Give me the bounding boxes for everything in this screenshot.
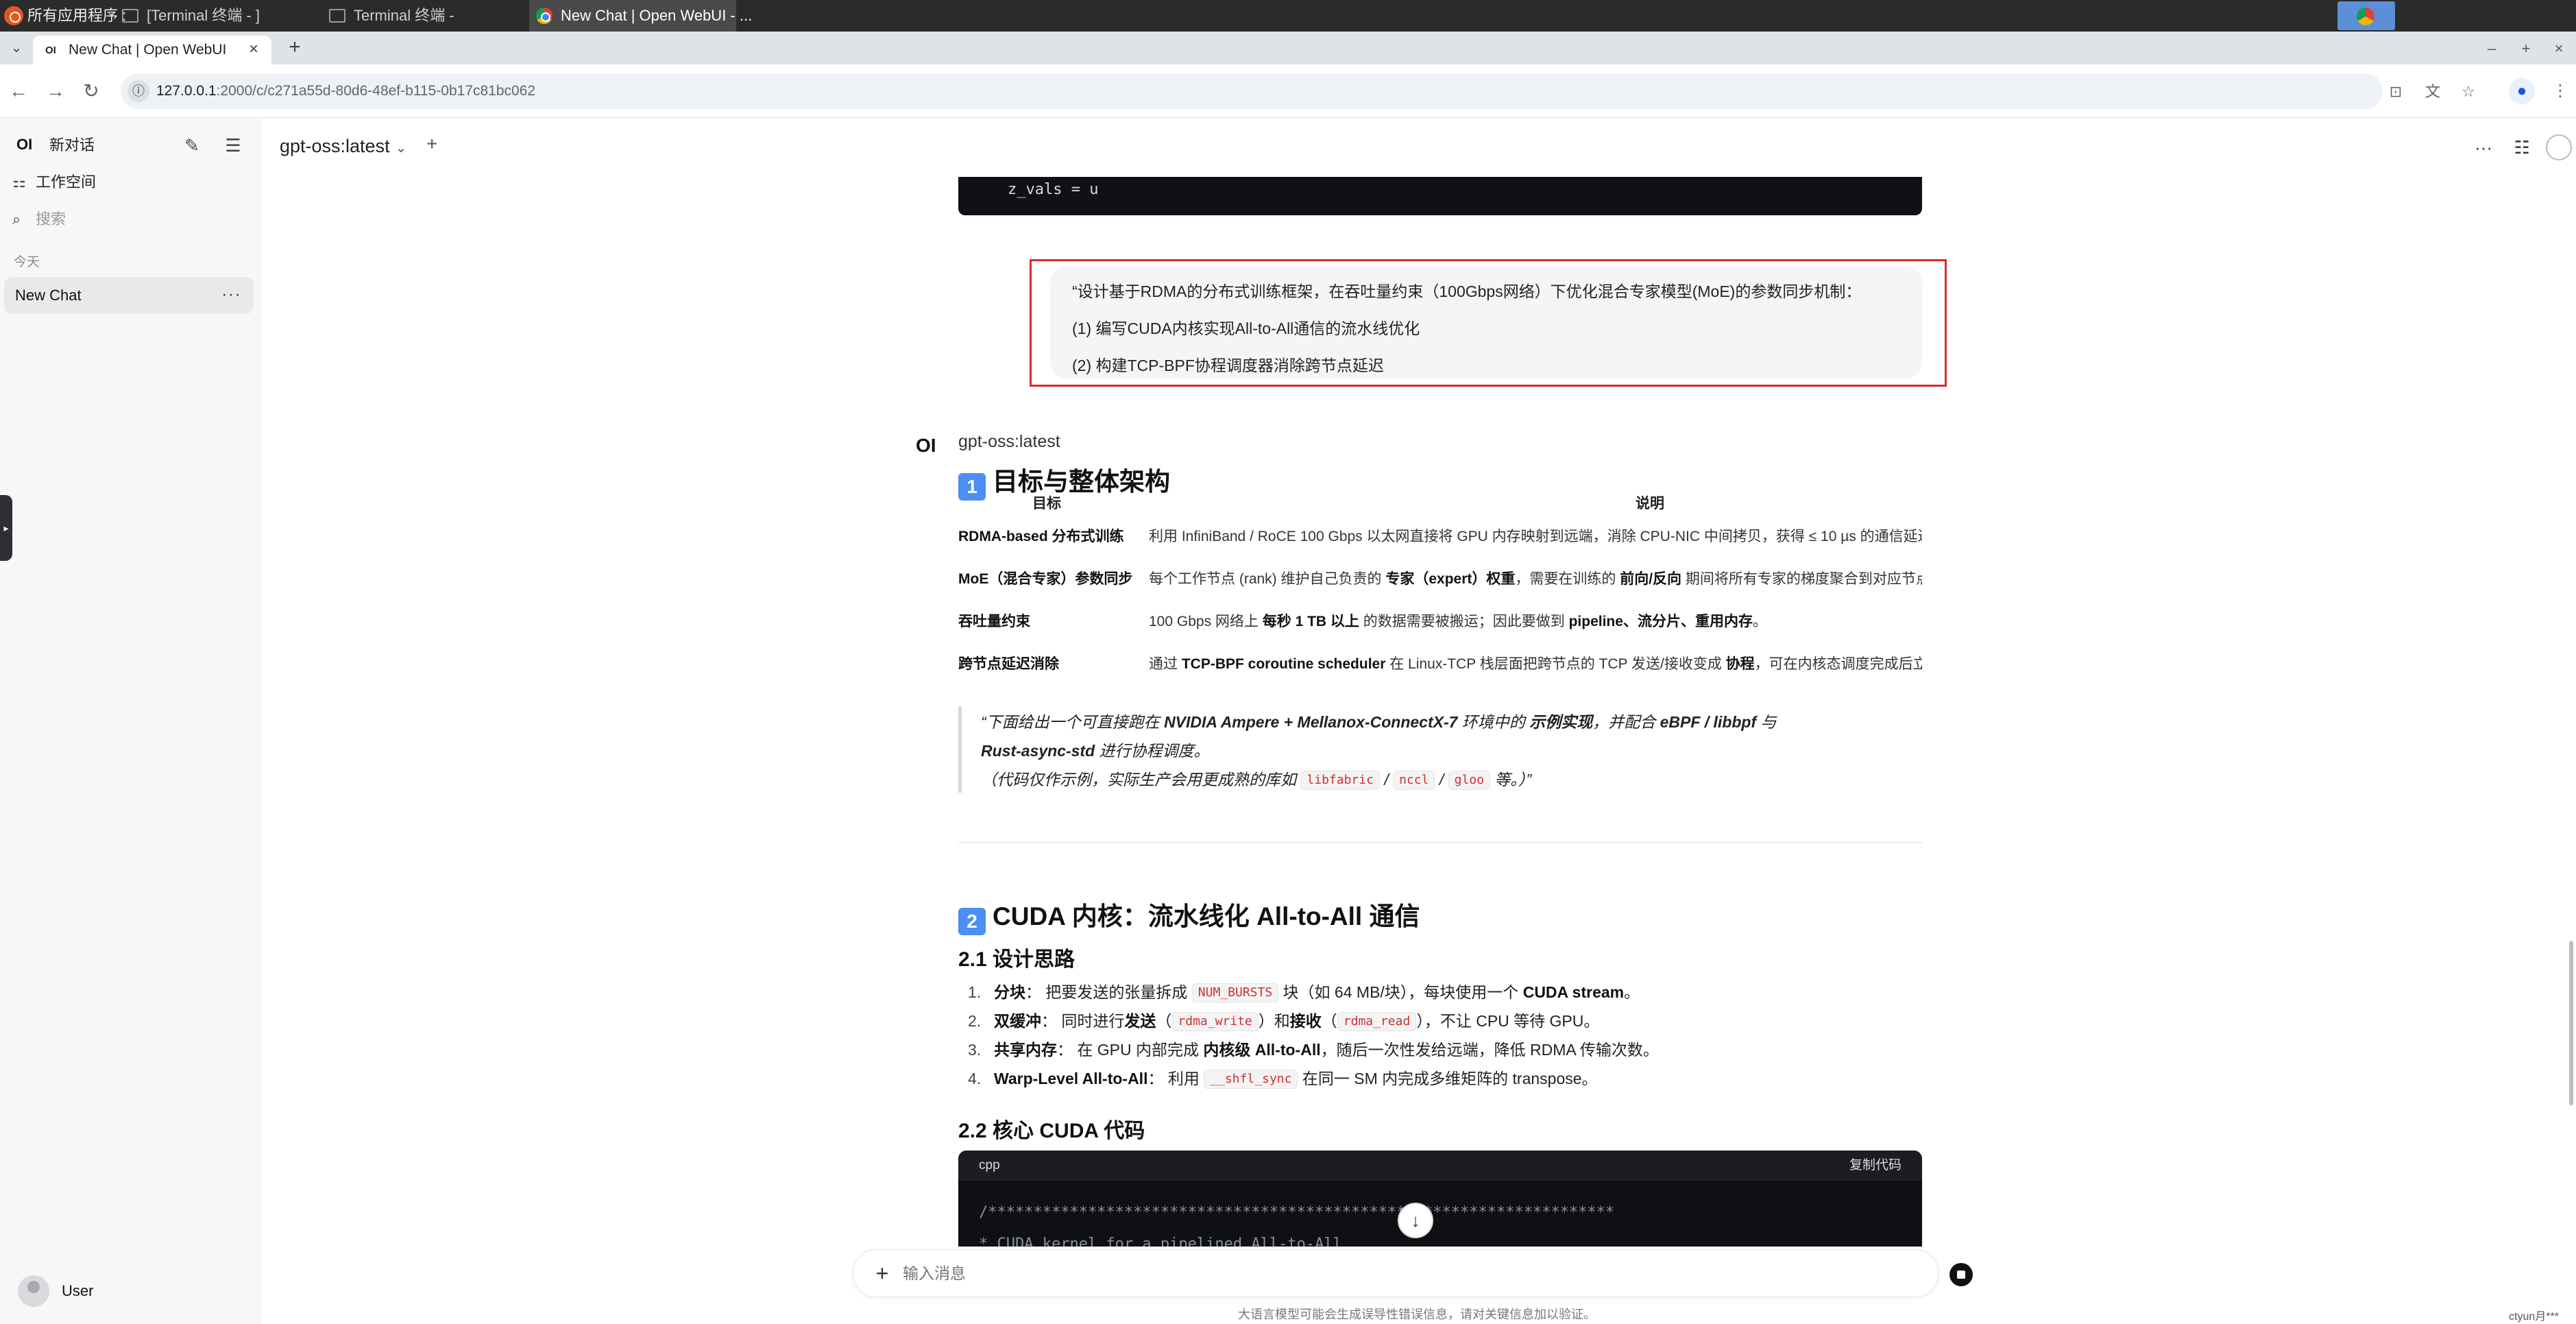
browser-menu-icon[interactable]: ⋮ xyxy=(2547,78,2573,104)
browser-toolbar: ← → ↻ ⓘ 127.0.0.1:2000/c/c271a55d-80d6-4… xyxy=(0,64,2576,118)
chrome-icon xyxy=(2357,8,2374,25)
new-tab-plus-icon[interactable]: + xyxy=(284,37,306,59)
window-minimize-icon[interactable]: – xyxy=(2481,38,2502,59)
section-heading-2: 2 CUDA 内核：流水线化 All-to-All 通信 xyxy=(958,895,1420,935)
taskbar-item-terminal-2[interactable]: Terminal 终端 - xyxy=(322,0,528,32)
taskbar-item-terminal-1[interactable]: [Terminal 终端 - ] xyxy=(115,0,300,32)
back-arrow-icon[interactable]: ← xyxy=(5,78,32,104)
chat-group-today-label: 今天 xyxy=(14,255,40,269)
address-bar[interactable]: ⓘ 127.0.0.1:2000/c/c271a55d-80d6-48ef-b1… xyxy=(121,73,2475,109)
os-taskbar: 所有应用程序 : [Terminal 终端 - ] Terminal 终端 - … xyxy=(0,0,2576,32)
attach-plus-icon[interactable]: + xyxy=(868,1260,896,1287)
terminal-icon xyxy=(329,9,345,23)
workspace-grid-icon: ⚏ xyxy=(12,173,26,191)
assistant-avatar: OI xyxy=(916,435,936,456)
tab-search-chevron-icon[interactable]: ⌄ xyxy=(5,37,27,59)
inline-code: NUM_BURSTS xyxy=(1191,983,1279,1002)
applications-menu[interactable]: 所有应用程序 : xyxy=(27,0,126,32)
url-text[interactable]: 127.0.0.1:2000/c/c271a55d-80d6-48ef-b115… xyxy=(156,73,535,109)
site-info-icon[interactable]: ⓘ xyxy=(127,80,149,102)
chevron-down-icon: ⌄ xyxy=(395,141,407,156)
table-row: MoE（混合专家）参数同步 每个工作节点 (rank) 维护自己负责的 专家（e… xyxy=(958,571,1922,587)
disclaimer-text: 大语言模型可能会生成误导性错误信息，请对关键信息加以验证。 xyxy=(1238,1308,1596,1321)
message-composer: + xyxy=(853,1249,1939,1297)
inline-code: rdma_write xyxy=(1171,1012,1259,1031)
browser-tab-bar: ⌄ OI New Chat | Open WebUI × + – + × xyxy=(0,32,2576,64)
ubuntu-logo-icon[interactable] xyxy=(4,6,23,25)
more-options-icon[interactable]: ··· xyxy=(2470,134,2496,160)
sidebar-chat-item[interactable]: New Chat ··· xyxy=(4,277,254,314)
search-icon: ⌕ xyxy=(12,210,21,228)
chat-more-options-icon[interactable]: ··· xyxy=(221,277,241,310)
keycap-two-icon: 2 xyxy=(958,908,986,935)
chat-scrollbar-thumb[interactable] xyxy=(2569,941,2573,1105)
list-item: 1. 分块： 把要发送的张量拆成 NUM_BURSTS 块（如 64 MB/块），… xyxy=(968,983,1640,1002)
translate-icon[interactable]: 文 xyxy=(2422,82,2443,102)
inline-code: __shfl_sync xyxy=(1204,1070,1298,1089)
inline-code: rdma_read xyxy=(1337,1012,1417,1031)
terminal-icon xyxy=(122,9,138,23)
sidebar: OI 新对话 ✎ ☰ ⚏ 工作空间 ⌕ 搜索 今天 New Chat ··· Use… xyxy=(0,118,262,1324)
assistant-model-name: gpt-oss:latest xyxy=(958,432,1060,451)
user-message-bubble[interactable]: “设计基于RDMA的分布式训练框架，在吞吐量约束（100Gbps网络）下优化混合… xyxy=(1050,266,1922,378)
message-input[interactable] xyxy=(903,1260,1794,1287)
inline-code: nccl xyxy=(1393,771,1435,790)
chat-controls-sliders-icon[interactable]: ☷ xyxy=(2509,134,2535,160)
openwebui-favicon-icon: OI xyxy=(45,45,56,56)
chat-messages-area: z_vals = u “设计基于RDMA的分布式训练框架，在吞吐量约束（100G… xyxy=(262,177,2576,1247)
chat-header: gpt-oss:latest ⌄ + ··· ☷ xyxy=(262,118,2576,177)
browser-tab-active[interactable]: OI New Chat | Open WebUI × xyxy=(33,36,271,64)
new-chat-pencil-icon[interactable]: ✎ xyxy=(180,133,204,158)
scroll-to-bottom-arrow-icon[interactable]: ↓ xyxy=(1398,1203,1433,1238)
subheading-code: 2.2 核心 CUDA 代码 xyxy=(958,1120,1145,1142)
divider xyxy=(958,842,1922,843)
tab-close-icon[interactable]: × xyxy=(245,41,262,58)
sidebar-toggle-handle[interactable]: ▸ xyxy=(0,495,12,561)
corner-watermark-text: ctyun月*** xyxy=(2509,1311,2559,1323)
code-block-header: cpp 复制代码 xyxy=(958,1151,1922,1181)
bookmark-star-icon[interactable]: ☆ xyxy=(2458,82,2479,102)
stop-generation-button[interactable] xyxy=(1949,1263,1973,1286)
code-line: /***************************************… xyxy=(979,1204,1615,1221)
table-row: RDMA-based 分布式训练 利用 InfiniBand / RoCE 10… xyxy=(958,529,1922,544)
sidebar-logo[interactable]: OI xyxy=(16,136,32,154)
reload-icon[interactable]: ↻ xyxy=(78,78,104,104)
table-row: 跨节点延迟消除 通过 TCP-BPF coroutine scheduler 在… xyxy=(958,656,1922,672)
blockquote: “下面给出一个可直接跑在 NVIDIA Ampere + Mellanox-Co… xyxy=(958,706,1922,793)
sidebar-item-workspace[interactable]: ⚏ 工作空间 xyxy=(12,167,96,197)
sidebar-search[interactable]: ⌕ 搜索 xyxy=(12,204,66,234)
chrome-icon xyxy=(536,8,552,24)
add-model-plus-icon[interactable]: + xyxy=(426,133,437,155)
inline-code: gloo xyxy=(1448,771,1490,790)
list-item: 3. 共享内存： 在 GPU 内部完成 内核级 All-to-All，随后一次性发… xyxy=(968,1041,1659,1059)
new-chat-link[interactable]: 新对话 xyxy=(49,130,95,160)
install-app-icon[interactable]: ⊡ xyxy=(2385,82,2406,102)
inline-code: libfabric xyxy=(1300,771,1380,790)
window-close-icon[interactable]: × xyxy=(2549,38,2569,59)
profile-icon[interactable]: ● xyxy=(2509,78,2535,104)
window-maximize-icon[interactable]: + xyxy=(2516,38,2536,59)
taskbar-item-browser[interactable]: New Chat | Open WebUI - ... xyxy=(529,0,752,32)
forward-arrow-icon[interactable]: → xyxy=(42,78,69,104)
copy-code-button[interactable]: 复制代码 xyxy=(1849,1151,1901,1181)
subheading-design: 2.1 设计思路 xyxy=(958,948,1076,971)
list-item: 4. Warp-Level All-to-All： 利用 __shfl_sync … xyxy=(968,1070,1598,1089)
header-user-avatar[interactable] xyxy=(2546,134,2572,160)
table-header-goal: 目标 xyxy=(1032,496,1061,511)
user-avatar xyxy=(18,1275,49,1307)
previous-code-block: z_vals = u xyxy=(958,177,1922,215)
goals-table: 目标 说明 RDMA-based 分布式训练 利用 InfiniBand / R… xyxy=(958,492,1922,691)
code-language-label: cpp xyxy=(979,1158,1000,1172)
table-header-desc: 说明 xyxy=(1636,496,1664,511)
sidebar-collapse-icon[interactable]: ☰ xyxy=(221,133,245,158)
list-item: 2. 双缓冲： 同时进行发送（ rdma_write ）和接收（ rdma_read），… xyxy=(968,1012,1600,1031)
tab-title: New Chat | Open WebUI xyxy=(69,42,227,58)
code-line: * CUDA kernel for a pipelined All-to-All xyxy=(979,1236,1342,1247)
code-block: cpp 复制代码 /******************************… xyxy=(958,1151,1922,1247)
table-row: 吞吐量约束 100 Gbps 网络上 每秒 1 TB 以上 的数据需要被搬运；因… xyxy=(958,614,1767,629)
tray-chrome-button[interactable] xyxy=(2337,1,2395,30)
model-selector[interactable]: gpt-oss:latest ⌄ xyxy=(280,136,406,157)
